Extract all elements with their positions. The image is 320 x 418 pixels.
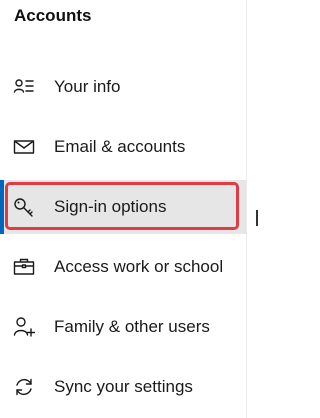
nav-item-sync-settings[interactable]: Sync your settings — [0, 360, 246, 414]
text-cursor-icon — [256, 210, 258, 226]
nav-item-sign-in-options[interactable]: Sign-in options — [0, 180, 246, 234]
nav-item-access-work-school[interactable]: Access work or school — [0, 240, 246, 294]
nav-item-label: Sync your settings — [54, 377, 193, 396]
sync-icon — [13, 376, 35, 398]
nav-item-label: Access work or school — [54, 257, 224, 276]
person-list-icon — [13, 76, 35, 98]
panel-divider — [246, 0, 247, 418]
nav-item-label: Sign-in options — [54, 197, 167, 216]
nav-item-label: Family & other users — [54, 317, 210, 336]
person-add-icon — [13, 316, 35, 338]
section-title: Accounts — [14, 6, 92, 25]
nav-item-label: Email & accounts — [54, 137, 186, 156]
nav-item-family-other-users[interactable]: Family & other users — [0, 300, 246, 354]
accounts-nav-panel: Accounts Your info Email & accounts Sign… — [0, 0, 246, 418]
briefcase-icon — [13, 256, 35, 278]
nav-item-label: Your info — [54, 77, 121, 96]
nav-item-email-accounts[interactable]: Email & accounts — [0, 120, 246, 174]
key-icon — [13, 196, 35, 218]
mail-icon — [13, 136, 35, 158]
nav-item-your-info[interactable]: Your info — [0, 60, 246, 114]
